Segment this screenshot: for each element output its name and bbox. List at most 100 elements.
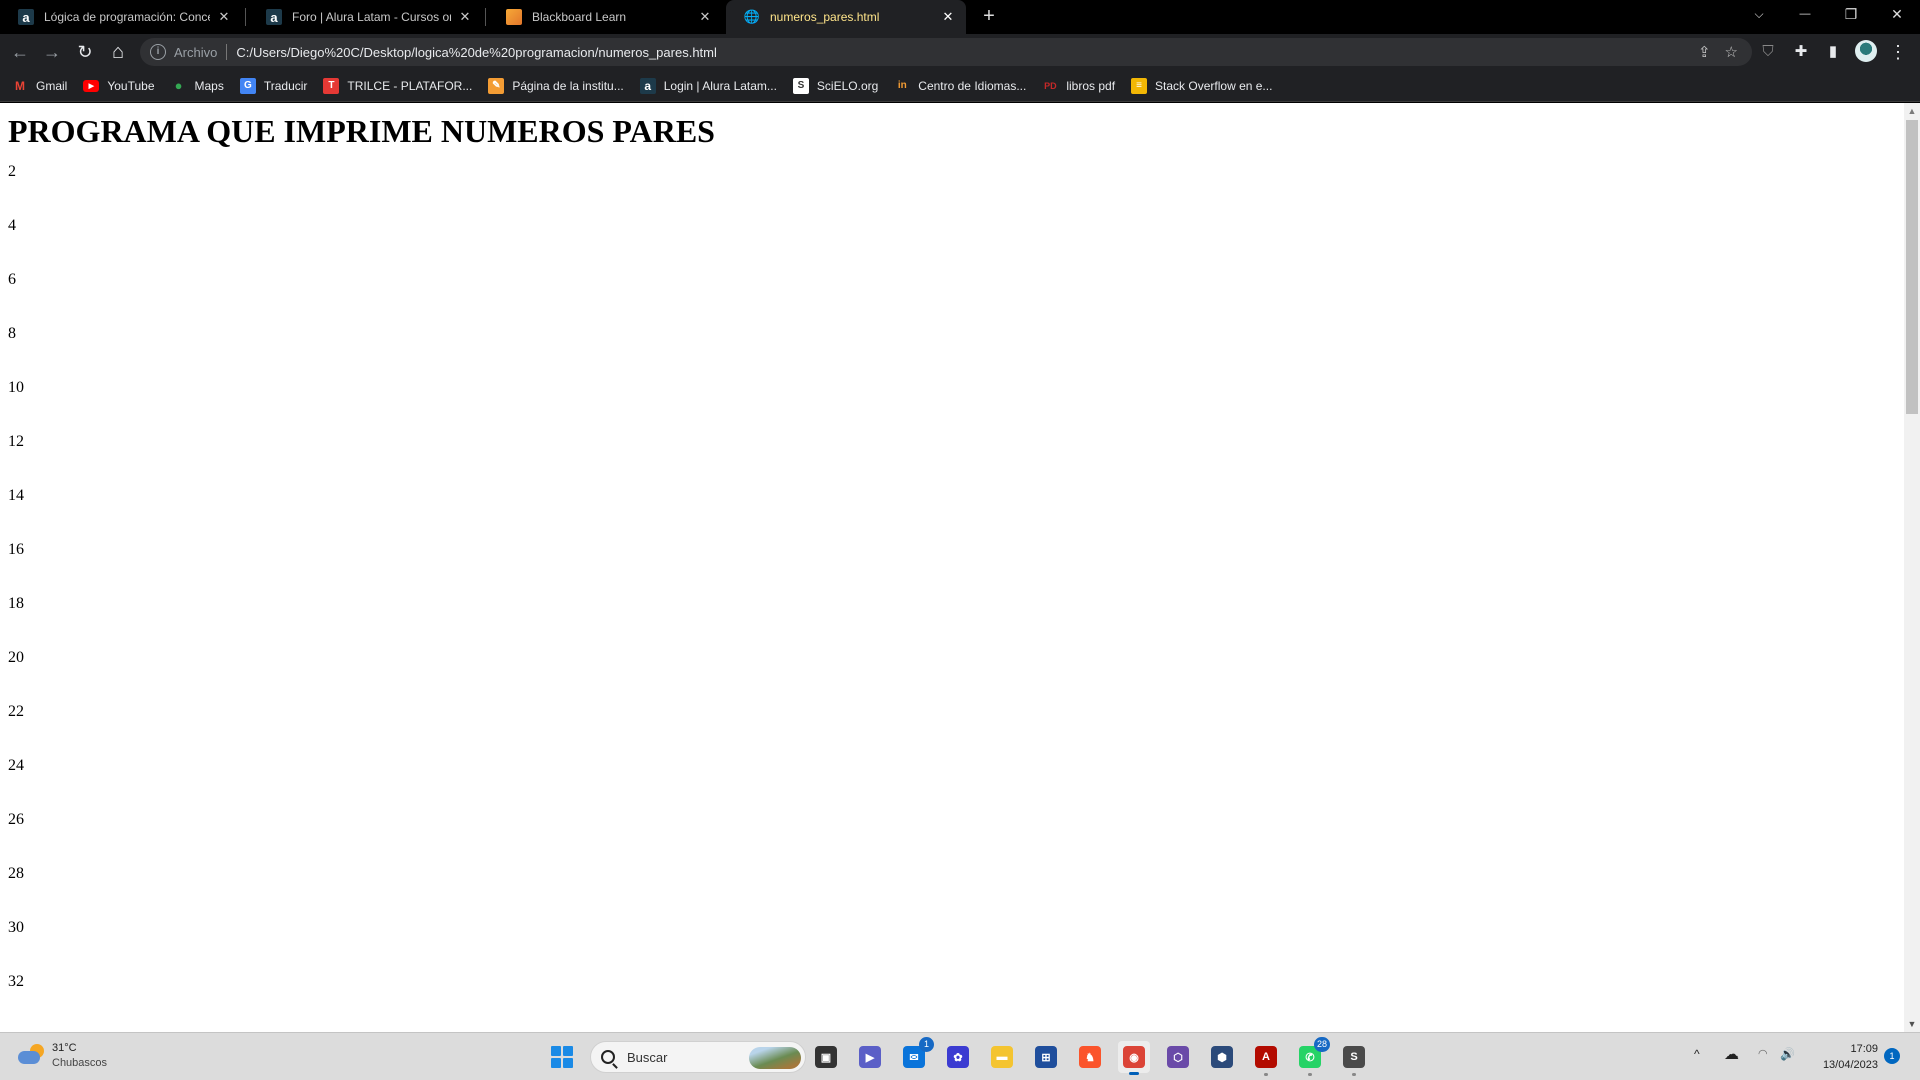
tab-blackboard[interactable]: Blackboard Learn ✕ [488, 0, 723, 34]
weather-widget[interactable]: 31°C Chubascos [18, 1041, 107, 1071]
onedrive-icon[interactable]: ☁ [1724, 1045, 1739, 1063]
bookmark-youtube[interactable]: ▶ YouTube [83, 79, 155, 93]
back-button[interactable]: ← [8, 40, 32, 64]
taskbar-app-mail[interactable]: ✉ 1 [898, 1037, 934, 1073]
new-tab-button[interactable]: + [978, 6, 1000, 28]
even-number-item: 8 [8, 325, 16, 342]
bookmark-trilce[interactable]: T TRILCE - PLATAFOR... [323, 77, 472, 94]
home-button[interactable]: ⌂ [106, 40, 130, 64]
extensions-puzzle-icon[interactable]: ✚ [1789, 40, 1813, 64]
bookmark-label: Maps [194, 78, 224, 93]
search-placeholder: Buscar [627, 1049, 668, 1065]
taskbar-app-microsoft-store[interactable]: ⊞ [1030, 1041, 1062, 1073]
task-view-icon: ▣ [815, 1046, 837, 1068]
bookmark-maps[interactable]: ● Maps [171, 78, 224, 94]
taskbar-app-brave-browser[interactable]: ♞ [1074, 1041, 1106, 1073]
menu-kebab-icon[interactable]: ⋮ [1886, 40, 1910, 64]
bookmark-star-icon[interactable]: ☆ [1725, 43, 1738, 61]
taskbar-app-cube-app[interactable]: ⬢ [1206, 1041, 1238, 1073]
scielo-icon: S [792, 77, 809, 94]
bookmark-label: Traducir [263, 78, 308, 93]
idiomas-icon: in [897, 80, 907, 91]
tray-overflow-chevron-icon[interactable]: ^ [1694, 1047, 1700, 1061]
even-number-item: 12 [8, 433, 24, 450]
scroll-down-arrow-icon[interactable]: ▼ [1904, 1016, 1920, 1032]
close-icon[interactable]: ✕ [457, 9, 473, 25]
acrobat-reader-icon: A [1255, 1046, 1277, 1068]
taskbar-app-sublime-text[interactable]: S [1338, 1041, 1370, 1076]
tab-strip: a Lógica de programación: Concep ✕ a For… [0, 0, 1920, 34]
taskbar-app-virtualbox-cube[interactable]: ⬡ [1162, 1041, 1194, 1073]
blackboard-icon [506, 9, 522, 25]
restore-button[interactable]: ❐ [1828, 0, 1874, 30]
bookmark-centro-idiomas[interactable]: in Centro de Idiomas... [894, 78, 1027, 94]
tab-title: Foro | Alura Latam - Cursos onlin [292, 10, 451, 24]
running-indicator [1308, 1073, 1312, 1076]
url-text[interactable]: C:/Users/Diego%20C/Desktop/logica%20de%2… [236, 45, 717, 60]
bookmark-login-alura[interactable]: a Login | Alura Latam... [639, 77, 777, 94]
even-number-item: 20 [8, 649, 24, 666]
even-number-item: 18 [8, 595, 24, 612]
tab-search-button[interactable]: ⌵ [1736, 0, 1782, 30]
running-indicator [1264, 1073, 1268, 1076]
cube-app-icon: ⬢ [1211, 1046, 1233, 1068]
tab-numeros-pares[interactable]: 🌐 numeros_pares.html ✕ [726, 0, 966, 34]
translate-icon: G [239, 77, 256, 94]
even-number-item: 26 [8, 811, 24, 828]
taskbar-app-chrome[interactable]: ◉ [1118, 1041, 1150, 1075]
stackoverflow-icon: ≡ [1131, 77, 1148, 94]
chrome-icon: ◉ [1123, 1046, 1145, 1068]
bookmark-label: SciELO.org [816, 78, 879, 93]
file-explorer-icon: ▬ [991, 1046, 1013, 1068]
close-icon[interactable]: ✕ [697, 9, 713, 25]
reload-button[interactable]: ↻ [73, 40, 97, 64]
bookmark-libros-pdf[interactable]: PD libros pdf [1042, 78, 1115, 94]
volume-icon[interactable]: 🔊 [1780, 1047, 1795, 1061]
alura-icon: a [639, 77, 656, 94]
close-window-button[interactable]: ✕ [1874, 0, 1920, 30]
profile-avatar[interactable] [1855, 40, 1877, 62]
tab-logica-programacion[interactable]: a Lógica de programación: Concep ✕ [0, 0, 242, 34]
bookmark-traducir[interactable]: G Traducir [239, 77, 308, 94]
start-button[interactable] [551, 1046, 573, 1068]
bookmark-label: Stack Overflow en e... [1155, 78, 1273, 93]
info-icon[interactable]: i [150, 44, 166, 60]
taskbar-app-teams-chat[interactable]: ▶ [854, 1041, 886, 1073]
tab-divider [245, 8, 246, 26]
forward-button[interactable]: → [40, 40, 64, 64]
taskbar-app-eclipse-ide[interactable]: ✿ [942, 1041, 974, 1073]
bookmark-pagina-institucion[interactable]: ✎ Página de la institu... [488, 77, 624, 94]
weather-temperature: 31°C [52, 1042, 77, 1054]
system-clock[interactable]: 17:09 13/04/2023 [1810, 1041, 1878, 1073]
even-number-item: 30 [8, 919, 24, 936]
bookmark-stackoverflow[interactable]: ≡ Stack Overflow en e... [1131, 77, 1273, 94]
extension-shield-icon[interactable]: ⛉ [1756, 40, 1780, 64]
side-panel-icon[interactable]: ▮ [1821, 40, 1845, 64]
tab-title: Blackboard Learn [532, 10, 627, 24]
taskbar-app-acrobat-reader[interactable]: A [1250, 1041, 1282, 1076]
taskbar-app-file-explorer[interactable]: ▬ [986, 1041, 1018, 1073]
bookmark-gmail[interactable]: M Gmail [12, 78, 67, 94]
address-bar[interactable]: i Archivo C:/Users/Diego%20C/Desktop/log… [140, 38, 1752, 66]
share-icon[interactable]: ⇪ [1698, 43, 1711, 61]
notification-badge[interactable]: 1 [1884, 1048, 1900, 1064]
clock-time: 17:09 [1850, 1043, 1878, 1055]
weather-rain-icon [18, 1044, 44, 1068]
even-number-item: 6 [8, 271, 16, 288]
close-icon[interactable]: ✕ [216, 9, 232, 25]
tab-divider [485, 8, 486, 26]
wifi-icon[interactable]: ◠ [1758, 1047, 1768, 1060]
taskbar-app-whatsapp[interactable]: ✆ 28 [1294, 1037, 1330, 1076]
microsoft-store-icon: ⊞ [1035, 1046, 1057, 1068]
taskbar-app-task-view[interactable]: ▣ [810, 1041, 842, 1073]
tab-foro-alura[interactable]: a Foro | Alura Latam - Cursos onlin ✕ [248, 0, 483, 34]
vertical-scrollbar[interactable]: ▲ ▼ [1904, 103, 1920, 1032]
close-icon[interactable]: ✕ [940, 9, 956, 25]
bookmark-scielo[interactable]: S SciELO.org [792, 77, 879, 94]
youtube-icon: ▶ [83, 79, 100, 92]
scroll-up-arrow-icon[interactable]: ▲ [1904, 103, 1920, 119]
taskbar-search[interactable]: Buscar [590, 1041, 806, 1073]
scrollbar-thumb[interactable] [1906, 120, 1918, 414]
gmail-icon: M [15, 78, 25, 93]
minimize-button[interactable]: — [1782, 0, 1828, 30]
